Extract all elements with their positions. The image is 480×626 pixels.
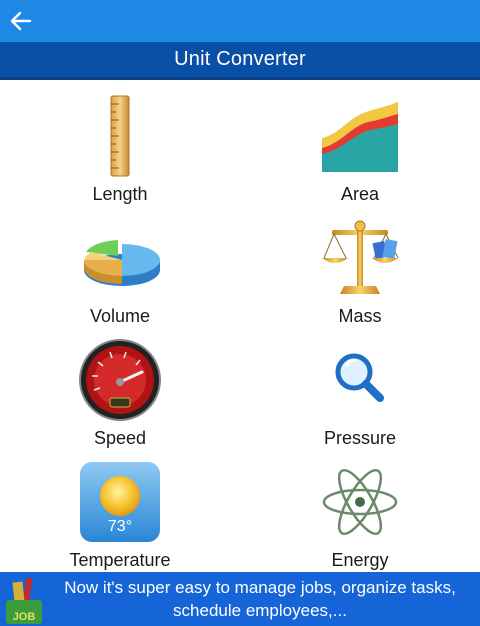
category-energy[interactable]: Energy xyxy=(240,456,480,578)
app-bar xyxy=(0,0,480,42)
temperature-value: 73° xyxy=(107,518,133,535)
area-chart-icon xyxy=(322,102,398,172)
category-area[interactable]: Area xyxy=(240,90,480,212)
category-label: Volume xyxy=(89,306,151,326)
category-label: Speed xyxy=(93,428,147,448)
ad-line-1: Now it's super easy to manage jobs, orga… xyxy=(64,578,456,597)
category-label: Mass xyxy=(338,306,382,326)
category-label: Energy xyxy=(331,550,389,570)
category-label: Pressure xyxy=(323,428,397,448)
ad-text[interactable]: Now it's super easy to manage jobs, orga… xyxy=(48,576,480,622)
back-button[interactable] xyxy=(4,4,38,38)
speedometer-icon xyxy=(79,339,161,421)
category-label: Temperature xyxy=(69,550,171,570)
magnifier-icon xyxy=(335,353,384,402)
balance-scale-icon xyxy=(322,220,399,294)
category-label: Length xyxy=(92,184,148,204)
category-mass[interactable]: Mass xyxy=(240,212,480,334)
page-title: Unit Converter xyxy=(174,48,306,70)
pie-chart-icon xyxy=(84,240,160,286)
category-speed[interactable]: Speed xyxy=(0,334,240,456)
ad-logo-text: JOB xyxy=(13,611,36,623)
ad-logo: JOB xyxy=(0,572,48,626)
category-length[interactable]: Length xyxy=(0,90,240,212)
atom-icon xyxy=(322,469,398,535)
ruler-icon xyxy=(110,95,130,177)
jobs-app-icon: JOB xyxy=(6,577,42,624)
arrow-left-icon xyxy=(10,11,32,31)
ad-banner[interactable]: JOB Now it's super easy to manage jobs, … xyxy=(0,572,480,626)
category-label: Area xyxy=(340,184,380,204)
category-temperature[interactable]: 73° Temperature xyxy=(0,456,240,578)
category-pressure[interactable]: Pressure xyxy=(240,334,480,456)
title-bar: Unit Converter xyxy=(0,42,480,80)
ad-line-2: schedule employees,... xyxy=(173,601,347,620)
category-volume[interactable]: Volume xyxy=(0,212,240,334)
